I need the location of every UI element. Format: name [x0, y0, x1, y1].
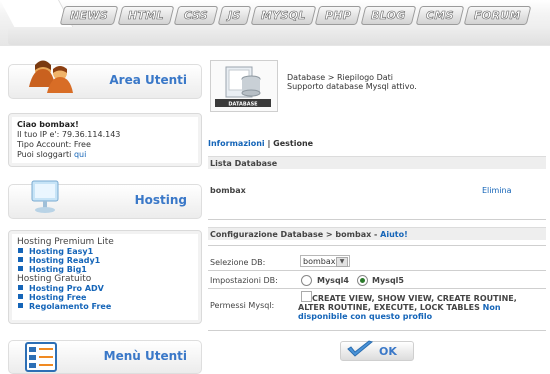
account-type: Tipo Account: Free: [17, 140, 91, 149]
config-title: Configurazione Database > bombax -: [210, 230, 381, 239]
tab-js-label: JS: [227, 9, 241, 23]
mysql5-label: Mysql5: [372, 276, 404, 285]
hosting-pro-adv-link[interactable]: Hosting Pro ADV: [17, 284, 193, 293]
chevron-down-icon: ▼: [336, 257, 348, 267]
db-status-text: Supporto database Mysql attivo.: [287, 82, 417, 91]
divider: [208, 245, 546, 246]
hosting-title: Hosting: [134, 193, 187, 207]
hosting-big1-link[interactable]: Hosting Big1: [17, 265, 193, 274]
informazioni-link[interactable]: Informazioni: [208, 139, 265, 148]
divider: [208, 288, 546, 289]
hosting-ready1-link[interactable]: Hosting Ready1: [17, 256, 193, 265]
regolamento-free-link[interactable]: Regolamento Free: [17, 302, 193, 311]
database-icon-label: DATABASE: [228, 102, 258, 108]
checkmark-icon: [347, 340, 374, 357]
tab-js[interactable]: JS: [217, 6, 251, 25]
breadcrumb: Database > Riepilogo Dati Supporto datab…: [287, 73, 417, 91]
area-utenti-title: Area Utenti: [109, 73, 187, 87]
menu-list-icon: [25, 342, 57, 372]
tab-html[interactable]: HTML: [117, 6, 175, 25]
mysql5-radio[interactable]: [357, 275, 368, 286]
db-section-links: Informazioni | Gestione: [208, 139, 313, 148]
users-icon: [29, 60, 73, 93]
tab-mysql[interactable]: MYSQL: [250, 6, 316, 25]
tab-forum-label: FORUM: [473, 9, 521, 23]
tab-blog-label: BLOG: [371, 9, 407, 23]
lista-database-title: Lista Database: [210, 159, 278, 168]
tab-html-label: HTML: [127, 9, 164, 23]
database-icon-box: DATABASE: [210, 60, 278, 112]
menu-utenti-header: Menù Utenti: [8, 340, 202, 374]
tab-css-label: CSS: [183, 9, 209, 23]
lista-database-header: Lista Database: [208, 156, 546, 169]
tab-news[interactable]: NEWS: [59, 6, 119, 25]
hosting-header: Hosting: [8, 180, 202, 219]
user-info-panel: Ciao bombax! Il tuo IP e': 79.36.114.143…: [8, 113, 202, 167]
elimina-link[interactable]: Elimina: [482, 186, 512, 195]
top-navigation: NEWS HTML CSS JS MYSQL PHP BLOG CMS FORU…: [0, 0, 550, 46]
logout-prefix: Puoi sloggarti: [17, 150, 74, 159]
config-header: Configurazione Database > bombax - Aiuto…: [208, 227, 546, 240]
tab-cms-label: CMS: [426, 9, 454, 23]
logout-link[interactable]: qui: [74, 150, 86, 159]
hosting-easy1-link[interactable]: Hosting Easy1: [17, 247, 193, 256]
greeting: Ciao bombax!: [17, 120, 79, 129]
hosting-free-link[interactable]: Hosting Free: [17, 293, 193, 302]
breadcrumb-text: Database > Riepilogo Dati: [287, 73, 394, 82]
hosting-free-heading: Hosting Gratuito: [17, 274, 92, 284]
tab-css[interactable]: CSS: [173, 6, 219, 25]
tab-cms[interactable]: CMS: [415, 6, 465, 25]
divider: [208, 270, 546, 271]
tab-news-label: NEWS: [70, 9, 109, 23]
impostazioni-label: Impostazioni DB:: [210, 276, 278, 285]
selezione-label: Selezione DB:: [210, 258, 266, 267]
divider: [208, 330, 546, 331]
top-bar: [8, 27, 550, 45]
permessi-label: Permessi Mysql:: [210, 301, 275, 310]
mysql4-label: Mysql4: [317, 276, 349, 285]
menu-utenti-title: Menù Utenti: [103, 349, 187, 363]
tab-php[interactable]: PHP: [314, 6, 362, 25]
ok-button[interactable]: OK: [340, 340, 414, 361]
tab-forum[interactable]: FORUM: [463, 6, 531, 25]
tab-php-label: PHP: [325, 9, 352, 23]
permessi-text: CREATE VIEW, SHOW VIEW, CREATE ROUTINE, …: [298, 294, 543, 321]
ip-text: Il tuo IP e': 79.36.114.143: [17, 130, 121, 139]
monitor-icon: [31, 180, 59, 213]
db-select[interactable]: bombax ▼: [300, 255, 350, 267]
database-icon: DATABASE: [215, 66, 271, 108]
tab-mysql-label: MYSQL: [260, 9, 306, 23]
tab-blog[interactable]: BLOG: [361, 6, 417, 25]
mysql4-radio[interactable]: [301, 275, 312, 286]
divider: [208, 219, 546, 220]
db-select-value: bombax: [303, 257, 336, 266]
ok-label: OK: [379, 345, 397, 358]
link-separator: |: [264, 139, 274, 148]
hosting-premium-heading: Hosting Premium Lite: [17, 237, 114, 247]
area-utenti-header: Area Utenti: [8, 60, 202, 99]
nav-tabs: NEWS HTML CSS JS MYSQL PHP BLOG CMS FORU…: [59, 6, 531, 25]
hosting-panel: Hosting Premium Lite Hosting Easy1 Hosti…: [8, 230, 202, 324]
aiuto-link[interactable]: Aiuto!: [380, 230, 408, 239]
gestione-link[interactable]: Gestione: [273, 139, 313, 148]
db-name: bombax: [210, 186, 246, 195]
